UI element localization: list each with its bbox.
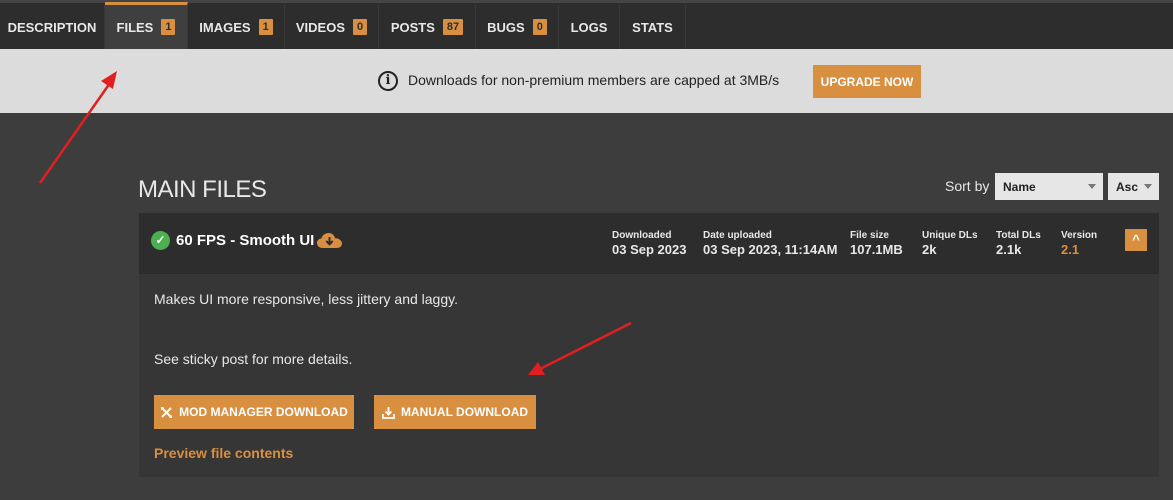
- button-label: MANUAL DOWNLOAD: [400, 405, 529, 419]
- file-card-body: Makes UI more responsive, less jittery a…: [139, 273, 1159, 477]
- tab-label: DESCRIPTION: [7, 19, 97, 35]
- upgrade-now-button[interactable]: UPGRADE NOW: [813, 65, 921, 98]
- tab-videos[interactable]: VIDEOS 0: [285, 5, 379, 49]
- stat-total-dls: Total DLs 2.1k: [996, 229, 1041, 257]
- tab-description[interactable]: DESCRIPTION: [0, 5, 105, 49]
- tab-files[interactable]: FILES 1: [105, 2, 188, 49]
- tab-posts[interactable]: POSTS 87: [379, 5, 476, 49]
- tab-label: BUGS: [487, 19, 525, 35]
- stat-date-uploaded: Date uploaded 03 Sep 2023, 11:14AM: [703, 229, 837, 257]
- tab-bugs[interactable]: BUGS 0: [476, 5, 559, 49]
- stat-unique-dls: Unique DLs 2k: [922, 229, 978, 257]
- tab-label: LOGS: [570, 19, 608, 35]
- file-description-line: Makes UI more responsive, less jittery a…: [154, 291, 458, 307]
- tab-label: VIDEOS: [295, 19, 345, 35]
- stat-value: 03 Sep 2023, 11:14AM: [703, 242, 838, 257]
- sort-by-label: Sort by: [945, 178, 990, 194]
- stat-label: Downloaded: [612, 230, 672, 241]
- dropdown-arrow-icon: [1088, 184, 1096, 189]
- tab-count-badge: 0: [532, 19, 547, 35]
- stat-label: Unique DLs: [922, 230, 978, 241]
- download-icon: [382, 406, 395, 419]
- download-speed-banner: i Downloads for non-premium members are …: [0, 49, 1173, 113]
- tab-label: IMAGES: [199, 19, 251, 35]
- tab-label: STATS: [632, 19, 673, 35]
- tab-count-badge: 0: [353, 19, 368, 35]
- stat-file-size: File size 107.1MB: [850, 229, 903, 257]
- mod-manager-icon: [161, 406, 173, 418]
- stat-value: 03 Sep 2023: [612, 242, 687, 257]
- sort-order-select[interactable]: Asc: [1108, 173, 1159, 200]
- stat-downloaded: Downloaded 03 Sep 2023: [612, 229, 686, 257]
- tab-logs[interactable]: LOGS: [559, 5, 620, 49]
- preview-file-contents-link[interactable]: Preview file contents: [154, 445, 293, 461]
- sort-field-value: Name: [1003, 179, 1036, 194]
- tab-label: FILES: [116, 19, 154, 35]
- stat-value: 2.1: [1061, 242, 1080, 257]
- section-title: MAIN FILES: [138, 176, 267, 203]
- tab-bar: DESCRIPTION FILES 1 IMAGES 1 VIDEOS 0 PO…: [0, 0, 1173, 49]
- stat-value: 107.1MB: [850, 242, 903, 257]
- banner-message: Downloads for non-premium members are ca…: [408, 72, 780, 88]
- stat-version: Version 2.1: [1061, 229, 1097, 257]
- file-description-line: See sticky post for more details.: [154, 351, 353, 367]
- tab-stats[interactable]: STATS: [620, 5, 686, 49]
- button-label: MOD MANAGER DOWNLOAD: [179, 405, 348, 419]
- stat-value: 2.1k: [996, 242, 1022, 257]
- dropdown-arrow-icon: [1144, 184, 1152, 189]
- stat-value: 2k: [922, 242, 937, 257]
- stat-label: Version: [1061, 230, 1098, 241]
- cloud-download-icon[interactable]: [317, 233, 342, 249]
- stat-label: Total DLs: [996, 230, 1041, 241]
- stat-label: Date uploaded: [703, 230, 772, 241]
- info-icon: i: [378, 71, 398, 91]
- tab-label: POSTS: [390, 19, 435, 35]
- check-circle-icon: ✓: [151, 231, 170, 250]
- tab-count-badge: 87: [442, 19, 464, 35]
- tab-images[interactable]: IMAGES 1: [188, 5, 285, 49]
- tab-count-badge: 1: [161, 19, 176, 35]
- sort-order-value: Asc: [1116, 179, 1139, 194]
- mod-manager-download-button[interactable]: MOD MANAGER DOWNLOAD: [154, 395, 354, 429]
- tab-count-badge: 1: [258, 19, 273, 35]
- collapse-chevron-up-icon[interactable]: ^: [1125, 229, 1147, 251]
- stat-label: File size: [850, 230, 889, 241]
- manual-download-button[interactable]: MANUAL DOWNLOAD: [374, 395, 536, 429]
- sort-field-select[interactable]: Name: [995, 173, 1103, 200]
- file-name: 60 FPS - Smooth UI: [176, 232, 315, 249]
- file-card-header[interactable]: ✓ 60 FPS - Smooth UI Downloaded 03 Sep 2…: [139, 213, 1159, 273]
